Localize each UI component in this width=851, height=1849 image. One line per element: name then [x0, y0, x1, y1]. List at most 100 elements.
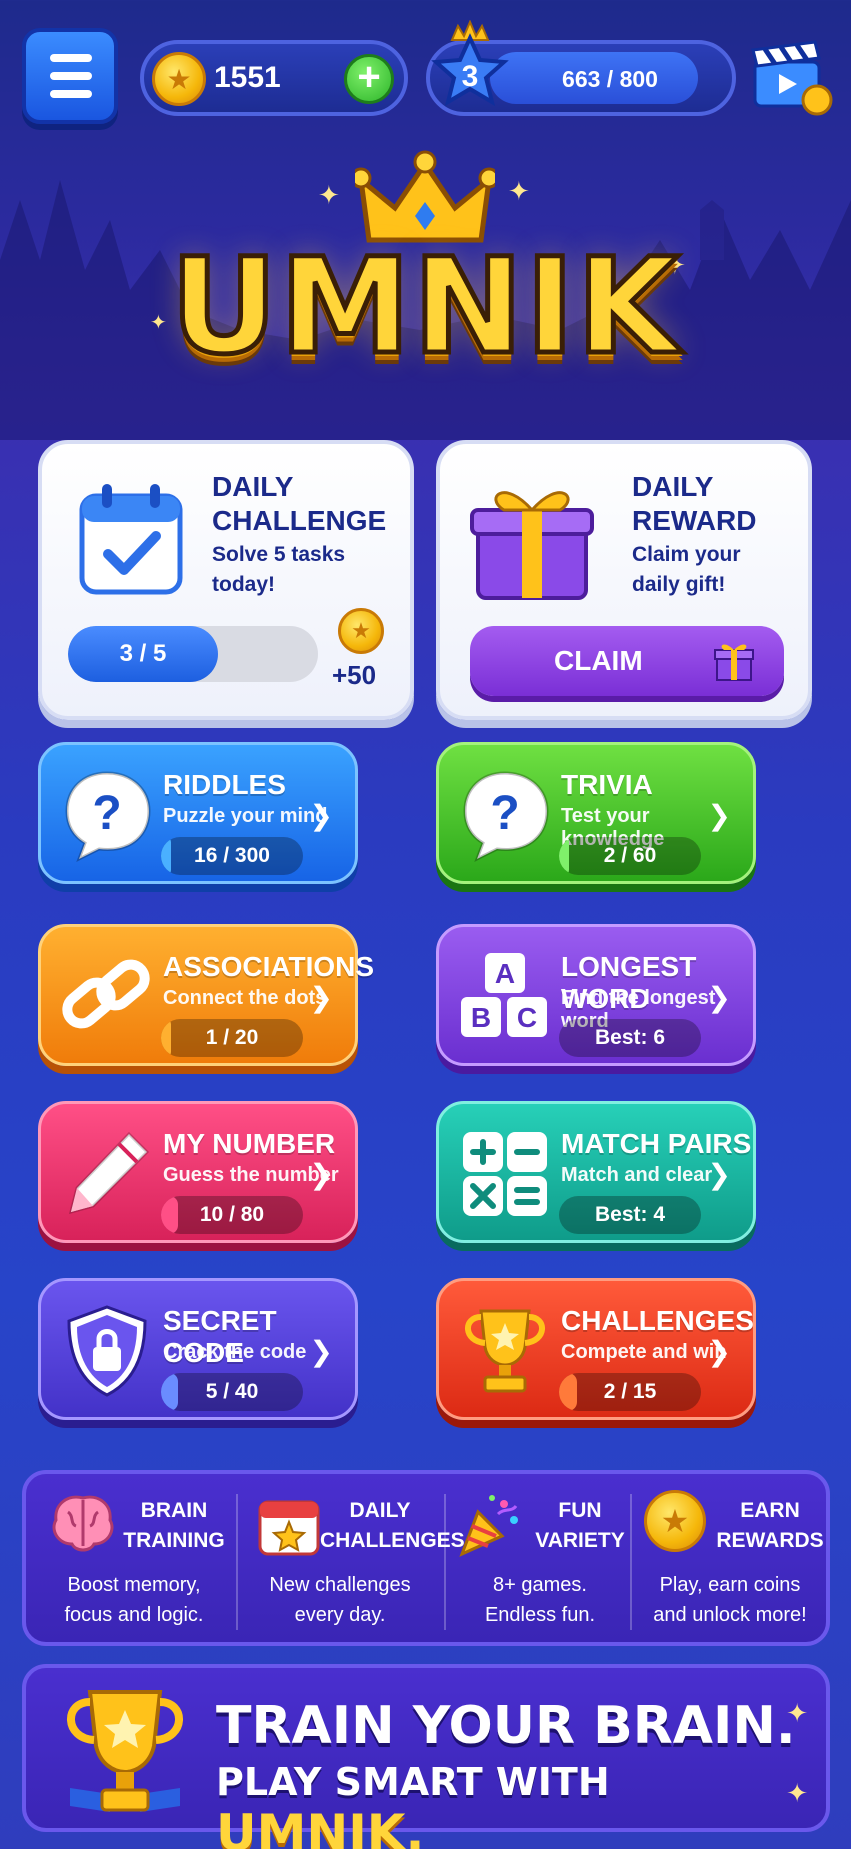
banner-headline: TRAIN YOUR BRAIN. [216, 1696, 796, 1756]
chevron-right-icon: ❯ [309, 1159, 333, 1190]
menu-button[interactable] [22, 28, 118, 124]
feature-title-1: EARN [740, 1499, 800, 1522]
feature-desc-2: Endless fun. [484, 1604, 596, 1626]
add-coins-button[interactable]: + [344, 54, 394, 104]
game-progress-text: 2 / 15 [603, 1380, 657, 1403]
math-tiles-icon [457, 1126, 553, 1222]
xp-value: 663 / 800 [562, 66, 658, 92]
game-progress: Best: 6 [559, 1019, 701, 1057]
divider [236, 1494, 238, 1630]
game-card-trivia[interactable]: ? TRIVIA Test your knowledge 2 / 60 ❯ [436, 742, 756, 884]
daily-challenge-title-2: CHALLENGE [212, 505, 387, 536]
sparkle-icon: ✦ [508, 176, 530, 206]
logo-area: ✦ ✦ ✦ ✦ UMNIK [0, 150, 851, 390]
clapperboard-icon [751, 40, 833, 116]
features-strip: BRAIN TRAINING Boost memory, focus and log… [22, 1470, 830, 1646]
game-card-match-pairs[interactable]: MATCH PAIRS Match and clear Best: 4 ❯ [436, 1101, 756, 1243]
game-progress: Best: 4 [559, 1196, 701, 1234]
banner-subline: PLAY SMART WITH UMNIK. [216, 1760, 826, 1849]
feature-title-1: BRAIN [140, 1499, 208, 1522]
coin-icon: ★ [338, 608, 384, 654]
shield-lock-icon [59, 1303, 155, 1399]
brain-icon [52, 1495, 114, 1552]
game-card-my-number[interactable]: MY NUMBER Guess the number 10 / 80 ❯ [38, 1101, 358, 1243]
chevron-right-icon: ❯ [309, 800, 333, 831]
svg-text:?: ? [490, 787, 519, 840]
game-card-associations[interactable]: ASSOCIATIONS Connect the dots 1 / 20 ❯ [38, 924, 374, 1066]
chevron-right-icon: ❯ [707, 982, 731, 1013]
daily-reward-title-2: REWARD [632, 505, 757, 536]
app-logo: UMNIK [168, 228, 681, 387]
abc-blocks-icon: ABC [457, 949, 553, 1045]
trophy-icon [67, 1690, 183, 1812]
chevron-right-icon: ❯ [707, 800, 731, 831]
game-card-challenges[interactable]: CHALLENGES Compete and win 2 / 15 ❯ [436, 1278, 756, 1420]
feature-desc-1: New challenges [269, 1574, 411, 1596]
feature-daily-challenges: DAILY CHALLENGES New challenges every day. [240, 1474, 465, 1650]
feature-brain-training: BRAIN TRAINING Boost memory, focus and log… [34, 1474, 234, 1650]
game-progress: 5 / 40 [161, 1373, 303, 1411]
claim-button[interactable]: CLAIM [470, 626, 784, 696]
game-progress-text: Best: 4 [594, 1203, 666, 1226]
game-title: RIDDLES [163, 769, 286, 800]
game-progress-text: 1 / 20 [205, 1026, 259, 1049]
daily-reward-card: DAILY REWARD Claim your daily gift! CLAI… [436, 440, 812, 720]
coin-counter: ★ 1551 + [140, 40, 408, 116]
feature-title-2: REWARDS [716, 1529, 824, 1552]
coin-icon: ★ [644, 1490, 706, 1552]
calendar-star-icon [258, 1500, 320, 1556]
game-progress: 16 / 300 [161, 837, 303, 875]
daily-challenge-reward: +50 [332, 660, 377, 690]
feature-desc-1: 8+ games. [493, 1574, 587, 1596]
sparkle-icon: ✦ [786, 1778, 808, 1808]
feature-desc-1: Play, earn coins [659, 1574, 801, 1596]
claim-button-label: CLAIM [554, 645, 643, 676]
level-star-badge: 3 [422, 19, 518, 116]
game-subtitle: Crack the code [163, 1341, 307, 1363]
daily-challenge-desc-1: Solve 5 tasks [212, 543, 346, 566]
game-card-secret-code[interactable]: SECRET CODE Crack the code 5 / 40 ❯ [38, 1278, 358, 1420]
chevron-right-icon: ❯ [707, 1336, 731, 1367]
svg-text:B: B [471, 1002, 491, 1033]
feature-title-1: DAILY [349, 1499, 411, 1522]
daily-reward-title-1: DAILY [632, 471, 714, 502]
coin-icon: ★ [152, 52, 206, 106]
trophy-icon [457, 1303, 553, 1399]
top-bar: ★ 1551 + 663 / 800 3 [22, 19, 833, 128]
game-progress-text: 2 / 60 [603, 844, 657, 867]
game-card-riddles[interactable]: ? RIDDLES Puzzle your mind 16 / 300 ❯ [38, 742, 358, 884]
party-popper-icon [459, 1495, 518, 1557]
video-reward-button[interactable] [749, 38, 833, 118]
feature-fun-variety: FUN VARIETY 8+ games. Endless fun. [440, 1474, 640, 1650]
daily-challenge-progress-text: 3 / 5 [119, 640, 167, 667]
daily-reward-desc-2: daily gift! [632, 573, 726, 596]
sparkle-icon: ✦ [318, 180, 340, 210]
game-progress-text: Best: 6 [594, 1026, 666, 1049]
coin-balance: 1551 [214, 61, 281, 94]
feature-title-2: TRAINING [123, 1529, 225, 1552]
daily-challenge-card[interactable]: DAILY CHALLENGE Solve 5 tasks today! 3 /… [38, 440, 414, 720]
game-subtitle: Match and clear [561, 1164, 713, 1186]
gift-box-icon [470, 491, 594, 600]
chevron-right-icon: ❯ [707, 1159, 731, 1190]
feature-desc-2: every day. [294, 1604, 386, 1626]
game-progress: 2 / 15 [559, 1373, 701, 1411]
game-progress-text: 16 / 300 [194, 844, 270, 867]
chevron-right-icon: ❯ [309, 1336, 333, 1367]
chain-link-icon [59, 949, 155, 1045]
game-progress-text: 10 / 80 [199, 1203, 265, 1226]
feature-desc-1: Boost memory, [67, 1574, 201, 1596]
game-subtitle: Puzzle your mind [163, 805, 328, 827]
daily-reward-desc-1: Claim your [632, 543, 741, 566]
game-card-longest-word[interactable]: A B C LONGEST WORD Find the longest word Best… [436, 924, 756, 1066]
chevron-right-icon: ❯ [309, 982, 333, 1013]
question-bubble-icon: ? [457, 767, 553, 863]
question-bubble-icon: ? [59, 767, 155, 863]
svg-text:?: ? [92, 787, 121, 840]
feature-title-2: VARIETY [535, 1529, 625, 1552]
game-subtitle: Connect the dots [163, 987, 327, 1009]
game-title: TRIVIA [561, 769, 653, 800]
game-title: MY NUMBER [163, 1128, 336, 1159]
game-title: MATCH PAIRS [561, 1128, 752, 1159]
pencil-icon [59, 1126, 155, 1222]
